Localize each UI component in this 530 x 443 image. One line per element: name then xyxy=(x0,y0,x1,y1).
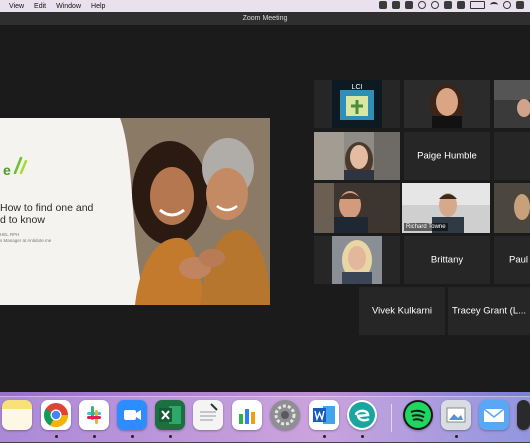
participant-tile[interactable]: LCI xyxy=(314,80,400,128)
participant-tile[interactable]: Tracey Grant (L... xyxy=(448,287,530,335)
word-logo-icon xyxy=(313,406,335,424)
menu-view[interactable]: View xyxy=(9,3,24,10)
excel-logo-icon xyxy=(159,406,181,424)
participant-name: Brittany xyxy=(430,254,464,266)
spotify-app-icon[interactable] xyxy=(403,400,433,430)
chrome-app-icon[interactable] xyxy=(41,400,71,430)
running-indicator xyxy=(361,435,364,438)
window-title-bar: Zoom Meeting xyxy=(0,12,530,25)
participant-tile-active-speaker[interactable]: Richard Towne xyxy=(402,183,490,233)
wifi-icon[interactable] xyxy=(490,2,498,8)
system-preferences-app-icon[interactable] xyxy=(270,400,300,430)
status-circle-icon[interactable] xyxy=(418,1,426,9)
participant-name: Vivek Kulkarni xyxy=(371,305,433,317)
running-indicator xyxy=(131,435,134,438)
running-indicator xyxy=(455,435,458,438)
running-indicator xyxy=(323,435,326,438)
participant-video-woman xyxy=(404,80,490,128)
participant-name-tag: Richard Towne xyxy=(404,223,448,231)
running-indicator xyxy=(169,435,172,438)
participant-tile[interactable] xyxy=(494,80,530,128)
excel-app-icon[interactable] xyxy=(155,400,185,430)
participant-tile[interactable] xyxy=(314,236,400,284)
preview-app-icon[interactable] xyxy=(441,400,471,430)
notes-app-icon[interactable] xyxy=(2,400,32,430)
slide-subline2: s Manager at Antidote.me xyxy=(0,238,52,243)
battery-icon[interactable] xyxy=(470,1,485,9)
textedit-page-icon xyxy=(200,403,218,421)
control-center-icon[interactable] xyxy=(516,1,524,9)
participant-video xyxy=(494,80,530,128)
spotify-logo-icon xyxy=(405,402,431,428)
zoom-app-icon[interactable] xyxy=(117,400,147,430)
word-app-icon[interactable] xyxy=(309,400,339,430)
participant-tile[interactable]: Brittany xyxy=(404,236,490,284)
participant-tile[interactable]: Paige Humble xyxy=(404,132,490,180)
participant-tile[interactable] xyxy=(494,132,530,180)
running-indicator xyxy=(55,435,58,438)
participant-tile[interactable] xyxy=(314,132,400,180)
zoom-camera-icon xyxy=(124,410,141,420)
slide-text-panel: e How to find one and d to know HEL RPH … xyxy=(0,118,120,305)
status-circle-icon[interactable] xyxy=(431,1,439,9)
slack-app-icon[interactable] xyxy=(79,400,109,430)
edge-logo-icon xyxy=(349,402,375,428)
slide-heading-line1: How to find one and xyxy=(0,202,94,214)
participant-video xyxy=(494,183,530,233)
slide-photo-two-women xyxy=(120,118,270,305)
participant-tile[interactable] xyxy=(314,183,400,233)
lci-logo-icon: LCI xyxy=(332,80,382,128)
participant-video-woman xyxy=(314,236,400,284)
mail-app-icon[interactable] xyxy=(479,400,509,430)
status-app-icon[interactable] xyxy=(457,1,465,9)
slide-subline1: HEL RPH xyxy=(0,232,20,237)
dock-separator xyxy=(391,404,392,432)
slide-heading-line2: d to know xyxy=(0,214,45,226)
window-title: Zoom Meeting xyxy=(242,15,288,22)
status-app-icon[interactable] xyxy=(379,1,387,9)
numbers-app-icon[interactable] xyxy=(232,400,262,430)
edge-app-icon[interactable] xyxy=(347,400,377,430)
shared-screen-slide: e How to find one and d to know HEL RPH … xyxy=(0,118,270,305)
mail-envelope-icon xyxy=(483,408,505,422)
app-menu: View Edit Window Help xyxy=(0,3,105,10)
spotlight-search-icon[interactable] xyxy=(503,1,511,9)
participant-name: Paul xyxy=(509,254,529,266)
menu-edit[interactable]: Edit xyxy=(34,3,46,10)
preview-photos-icon xyxy=(446,407,466,423)
numbers-chart-icon xyxy=(239,409,255,424)
participant-tile[interactable] xyxy=(404,80,490,128)
textedit-app-icon[interactable] xyxy=(193,400,223,430)
slide-heading: How to find one and d to know xyxy=(0,202,120,226)
menu-help[interactable]: Help xyxy=(91,3,105,10)
leaf-logo-icon xyxy=(13,156,28,174)
participant-name: Tracey Grant (L... xyxy=(451,305,527,317)
menu-bar: View Edit Window Help xyxy=(0,0,530,12)
menu-window[interactable]: Window xyxy=(56,3,81,10)
participant-video-woman xyxy=(314,132,400,180)
status-app-icon[interactable] xyxy=(444,1,452,9)
slack-logo-icon xyxy=(87,406,101,424)
lci-logo-text: LCI xyxy=(352,84,363,91)
status-tray xyxy=(379,1,524,9)
running-indicator xyxy=(93,435,96,438)
participant-tile[interactable] xyxy=(494,183,530,233)
participant-tile[interactable]: Vivek Kulkarni xyxy=(359,287,445,335)
chrome-logo-icon xyxy=(43,403,68,428)
status-app-icon[interactable] xyxy=(405,1,413,9)
gear-icon xyxy=(274,404,296,426)
participant-video-man xyxy=(314,183,400,233)
participant-name: Paige Humble xyxy=(417,150,477,162)
slide-logo-text: e xyxy=(3,162,11,178)
participant-tile[interactable]: Paul xyxy=(494,236,530,284)
dock-app-icon[interactable] xyxy=(517,400,530,430)
status-app-icon[interactable] xyxy=(392,1,400,9)
